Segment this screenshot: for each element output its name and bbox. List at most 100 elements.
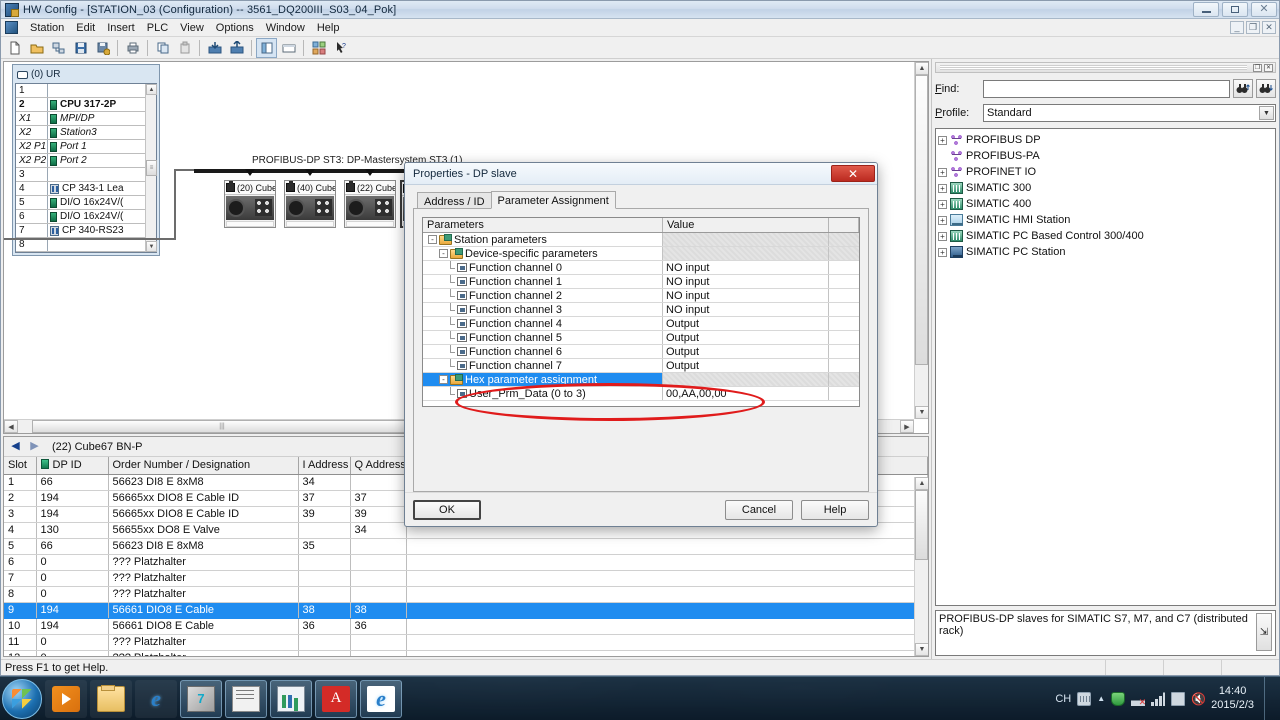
expander-icon[interactable]: - xyxy=(439,249,448,258)
help-button[interactable]: Help xyxy=(801,499,869,520)
internet-explorer-icon[interactable]: e xyxy=(135,679,177,718)
param-row-function-channel-6[interactable]: Function channel 6 Output xyxy=(423,345,859,359)
print-icon[interactable] xyxy=(122,38,143,58)
catalog-restore-button[interactable]: ❐ xyxy=(1253,63,1262,72)
param-value[interactable]: Output xyxy=(663,359,829,372)
clock[interactable]: 14:40 2015/2/3 xyxy=(1211,685,1258,713)
nav-forward-button[interactable]: ▶ xyxy=(27,440,42,454)
menu-item-station[interactable]: Station xyxy=(24,20,70,36)
expander-icon[interactable]: - xyxy=(428,235,437,244)
tree-item-simatic-300[interactable]: + SIMATIC 300 xyxy=(938,180,1273,196)
hw-config-icon[interactable] xyxy=(225,679,267,718)
menu-item-view[interactable]: View xyxy=(174,20,210,36)
param-value[interactable]: Output xyxy=(663,317,829,330)
rack-row[interactable]: 7 CP 340-RS23 xyxy=(16,224,156,238)
cancel-button[interactable]: Cancel xyxy=(725,499,793,520)
param-value[interactable]: NO input xyxy=(663,261,829,274)
save-compile-icon[interactable] xyxy=(92,38,113,58)
menu-item-options[interactable]: Options xyxy=(210,20,260,36)
rack-row[interactable]: 2 CPU 317-2P xyxy=(16,98,156,112)
mdi-restore-button[interactable]: ❐ xyxy=(1246,21,1260,34)
param-row-function-channel-3[interactable]: Function channel 3 NO input xyxy=(423,303,859,317)
search-input[interactable] xyxy=(983,79,1230,98)
tree-item-simatic-400[interactable]: + SIMATIC 400 xyxy=(938,196,1273,212)
tree-item-simatic-pc-based-control[interactable]: + SIMATIC PC Based Control 300/400 xyxy=(938,228,1273,244)
dialog-titlebar[interactable]: Properties - DP slave ✕ xyxy=(405,163,877,185)
catalog-close-button[interactable]: ✕ xyxy=(1264,63,1273,72)
scroll-up-icon[interactable]: ▲ xyxy=(915,477,928,490)
dp-slave-node-20[interactable]: (20) Cube xyxy=(224,180,276,228)
catalog-icon[interactable] xyxy=(256,37,277,58)
station-icon[interactable] xyxy=(308,38,329,58)
scroll-down-icon[interactable]: ▼ xyxy=(146,241,157,252)
rack-vertical-scrollbar[interactable]: ▲ ≡ ▼ xyxy=(145,84,157,252)
expander-icon[interactable]: + xyxy=(938,135,947,145)
col-header-value[interactable]: Value xyxy=(663,218,829,232)
param-row-user-prm-data[interactable]: User_Prm_Data (0 to 3) 00,AA,00,00 xyxy=(423,387,859,401)
col-header-slot[interactable]: Slot xyxy=(4,457,37,475)
rack-row[interactable]: 6 DI/O 16x24V/( xyxy=(16,210,156,224)
menu-item-edit[interactable]: Edit xyxy=(70,20,101,36)
scroll-right-icon[interactable]: ▶ xyxy=(900,420,914,433)
adobe-reader-icon[interactable]: A xyxy=(315,679,357,718)
dp-slave-node-22[interactable]: (22) Cube xyxy=(344,180,396,228)
param-row-function-channel-5[interactable]: Function channel 5 Output xyxy=(423,331,859,345)
help-pointer-icon[interactable]: ? xyxy=(330,38,351,58)
parameter-grid[interactable]: Parameters Value - Station parameters - … xyxy=(422,217,860,407)
graphic-vertical-scrollbar[interactable]: ▲ ▼ xyxy=(914,62,928,419)
dialog-close-button[interactable]: ✕ xyxy=(831,165,875,182)
rack-row[interactable]: X1 MPI/DP xyxy=(16,112,156,126)
tree-item-profinet-io[interactable]: + PROFINET IO xyxy=(938,164,1273,180)
param-value[interactable]: 00,AA,00,00 xyxy=(663,387,829,400)
mdi-close-button[interactable]: ✕ xyxy=(1262,21,1276,34)
param-value[interactable]: NO input xyxy=(663,289,829,302)
table-row[interactable]: 9 194 56661 DIO8 E Cable 38 38 xyxy=(4,602,928,619)
table-row[interactable]: 6 0 ??? Platzhalter xyxy=(4,554,928,571)
minimize-button[interactable] xyxy=(1193,2,1219,17)
col-header-dpid[interactable]: DP ID xyxy=(36,457,109,475)
param-row-function-channel-2[interactable]: Function channel 2 NO input xyxy=(423,289,859,303)
network-icon[interactable] xyxy=(48,38,69,58)
binoculars-up-icon[interactable] xyxy=(1233,79,1253,98)
security-shield-icon[interactable] xyxy=(1111,691,1126,706)
param-value[interactable]: NO input xyxy=(663,275,829,288)
table-row[interactable]: 5 66 56623 DI8 E 8xM8 35 xyxy=(4,538,928,555)
open-icon[interactable] xyxy=(26,38,47,58)
chevron-down-icon[interactable]: ▼ xyxy=(1259,106,1274,120)
tree-item-profibus-pa[interactable]: PROFIBUS-PA xyxy=(938,148,1273,164)
windows-media-player-icon[interactable] xyxy=(45,679,87,718)
param-row-station-parameters[interactable]: - Station parameters xyxy=(423,233,859,247)
param-value[interactable]: NO input xyxy=(663,303,829,316)
expander-icon[interactable]: + xyxy=(938,199,947,209)
rack-row[interactable]: X2 P1 Port 1 xyxy=(16,140,156,154)
table-row[interactable]: 12 0 ??? Platzhalter xyxy=(4,650,928,656)
param-value[interactable]: Output xyxy=(663,331,829,344)
profile-select[interactable]: Standard ▼ xyxy=(983,104,1276,122)
scroll-down-icon[interactable]: ▼ xyxy=(915,643,928,656)
menu-item-insert[interactable]: Insert xyxy=(101,20,141,36)
window-icon[interactable] xyxy=(278,38,299,58)
table-row[interactable]: 10 194 56661 DIO8 E Cable 36 36 xyxy=(4,618,928,635)
table-row[interactable]: 8 0 ??? Platzhalter xyxy=(4,586,928,603)
rack-row[interactable]: 5 DI/O 16x24V/( xyxy=(16,196,156,210)
rack-row[interactable]: 1 xyxy=(16,84,156,98)
file-explorer-icon[interactable] xyxy=(90,679,132,718)
maximize-button[interactable] xyxy=(1222,2,1248,17)
col-header-order-number[interactable]: Order Number / Designation xyxy=(108,457,299,475)
new-icon[interactable] xyxy=(4,38,25,58)
upload-icon[interactable] xyxy=(226,38,247,58)
binoculars-down-icon[interactable] xyxy=(1256,79,1276,98)
param-row-device-specific-parameters[interactable]: - Device-specific parameters xyxy=(423,247,859,261)
tree-item-simatic-hmi-station[interactable]: + SIMATIC HMI Station xyxy=(938,212,1273,228)
expander-icon[interactable]: + xyxy=(938,183,947,193)
scroll-up-icon[interactable]: ▲ xyxy=(915,62,928,75)
signal-bars-icon[interactable] xyxy=(1151,691,1166,706)
param-row-function-channel-1[interactable]: Function channel 1 NO input xyxy=(423,275,859,289)
scroll-thumb[interactable]: ≡ xyxy=(146,160,157,176)
window-titlebar[interactable]: HW Config - [STATION_03 (Configuration) … xyxy=(1,1,1279,19)
menu-item-plc[interactable]: PLC xyxy=(141,20,174,36)
scroll-thumb[interactable] xyxy=(915,490,928,560)
close-button[interactable]: ✕ xyxy=(1251,2,1277,17)
menu-item-window[interactable]: Window xyxy=(260,20,311,36)
param-row-function-channel-0[interactable]: Function channel 0 NO input xyxy=(423,261,859,275)
